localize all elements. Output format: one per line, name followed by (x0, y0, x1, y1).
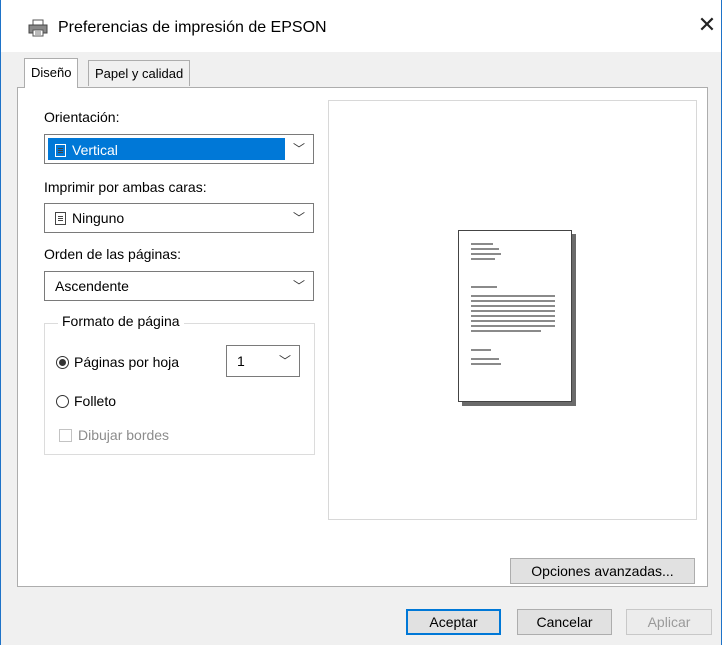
close-button[interactable]: ✕ (696, 14, 718, 36)
booklet-radio[interactable] (56, 395, 69, 408)
preview-text-line (471, 363, 501, 365)
preview-text-line (471, 320, 555, 322)
tab-diseno-label: Diseño (31, 65, 72, 80)
page-format-group-title: Formato de página (58, 313, 184, 329)
chevron-down-icon: ﹀ (292, 279, 305, 293)
cancel-button[interactable]: Cancelar (517, 609, 612, 635)
apply-button[interactable]: Aplicar (626, 609, 712, 635)
chevron-down-icon: ﹀ (278, 354, 291, 368)
preview-text-line (471, 310, 555, 312)
chevron-down-icon: ﹀ (292, 142, 305, 156)
pages-per-sheet-radio[interactable] (56, 356, 69, 369)
pages-per-sheet-dropdown[interactable]: 1 ﹀ (226, 345, 300, 377)
preview-text-line (471, 325, 555, 327)
ok-button[interactable]: Aceptar (406, 609, 501, 635)
page-order-dropdown[interactable]: Ascendente ﹀ (44, 271, 314, 301)
preview-text-line (471, 300, 555, 302)
tab-papel-y-calidad[interactable]: Papel y calidad (88, 60, 191, 86)
window-title: Preferencias de impresión de EPSON (58, 19, 327, 36)
advanced-options-button[interactable]: Opciones avanzadas... (510, 558, 695, 584)
tab-papel-label: Papel y calidad (95, 66, 184, 81)
pages-per-sheet-value: 1 (237, 353, 245, 369)
preview-text-line (471, 253, 501, 255)
close-icon: ✕ (697, 12, 717, 37)
orientation-value: Vertical (72, 142, 118, 158)
draw-borders-label: Dibujar bordes (78, 427, 170, 443)
preview-text-line (471, 286, 497, 288)
preview-text-line (471, 330, 541, 332)
page-order-value: Ascendente (55, 278, 129, 294)
draw-borders-checkbox[interactable] (59, 429, 72, 442)
chevron-down-icon: ﹀ (292, 211, 305, 225)
portrait-page-icon (55, 144, 66, 157)
orientation-label: Orientación: (44, 109, 120, 125)
preview-text-line (471, 305, 555, 307)
preview-text-line (471, 248, 499, 250)
preview-text-line (471, 295, 555, 297)
preview-text-line (471, 349, 491, 351)
page-order-label: Orden de las páginas: (44, 246, 181, 262)
duplex-label: Imprimir por ambas caras: (44, 179, 207, 195)
pages-per-sheet-label[interactable]: Páginas por hoja (74, 354, 179, 370)
tab-diseno[interactable]: Diseño (24, 58, 79, 88)
orientation-selection: Vertical (48, 138, 285, 160)
page-icon (55, 212, 66, 225)
preview-text-line (471, 358, 499, 360)
preview-text-line (471, 243, 493, 245)
preview-text-line (471, 258, 495, 260)
printer-icon (28, 19, 48, 37)
orientation-dropdown[interactable]: Vertical ﹀ (44, 134, 314, 164)
duplex-dropdown[interactable]: Ninguno ﹀ (44, 203, 314, 233)
preview-page (458, 230, 572, 402)
preview-text-line (471, 315, 555, 317)
booklet-label[interactable]: Folleto (74, 393, 116, 409)
duplex-value: Ninguno (72, 210, 125, 226)
